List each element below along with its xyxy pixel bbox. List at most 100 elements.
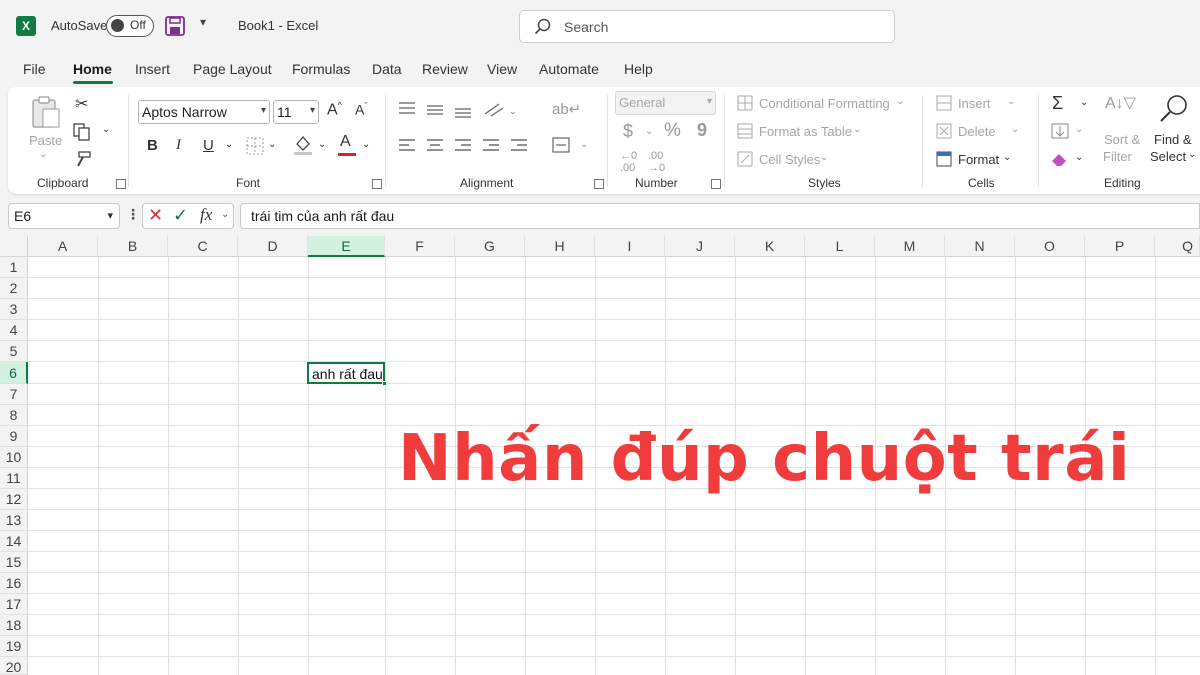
row-header[interactable]: 15 xyxy=(0,552,28,573)
row-header[interactable]: 2 xyxy=(0,278,28,299)
row-header[interactable]: 19 xyxy=(0,636,28,657)
increase-font-size-icon[interactable]: A^ xyxy=(327,100,342,119)
italic-button[interactable]: I xyxy=(176,137,181,154)
row-header[interactable]: 5 xyxy=(0,341,28,362)
row-header[interactable]: 7 xyxy=(0,384,28,405)
autosum-chevron-icon[interactable]: ⌄ xyxy=(1080,97,1088,108)
autosum-icon[interactable]: Σ xyxy=(1052,93,1063,114)
copy-icon[interactable] xyxy=(73,123,91,141)
cell-styles-button[interactable]: Cell Styles xyxy=(759,152,820,167)
number-dialog-launcher-icon[interactable] xyxy=(711,179,721,189)
underline-button[interactable]: U xyxy=(203,137,214,154)
chevron-down-icon[interactable]: ⌄ xyxy=(1011,124,1019,135)
clipboard-dialog-launcher-icon[interactable] xyxy=(116,179,126,189)
active-cell-e6[interactable]: anh rất đau xyxy=(307,362,385,384)
column-header[interactable]: G xyxy=(455,236,525,257)
font-color-icon[interactable]: A xyxy=(340,133,351,151)
row-header[interactable]: 4 xyxy=(0,320,28,341)
tab-review[interactable]: Review xyxy=(422,61,468,77)
font-name-select[interactable]: Aptos Narrow ▾ xyxy=(138,100,270,124)
chevron-down-icon[interactable]: ⌄ xyxy=(853,124,861,135)
clear-chevron-icon[interactable]: ⌄ xyxy=(1075,152,1083,163)
tab-formulas[interactable]: Formulas xyxy=(292,61,350,77)
alignment-dialog-launcher-icon[interactable] xyxy=(594,179,604,189)
column-header[interactable]: H xyxy=(525,236,595,257)
paste-button[interactable]: Paste xyxy=(29,133,62,148)
row-header[interactable]: 8 xyxy=(0,405,28,426)
row-header[interactable]: 13 xyxy=(0,510,28,531)
column-header[interactable]: Q xyxy=(1155,236,1200,257)
row-header[interactable]: 14 xyxy=(0,531,28,552)
sort-filter-icon[interactable]: A↓▽ xyxy=(1105,93,1136,113)
underline-chevron-icon[interactable]: ⌄ xyxy=(225,139,233,150)
autosave-toggle[interactable]: Off xyxy=(106,15,154,37)
name-box[interactable]: E6 ▾ xyxy=(8,203,120,229)
borders-chevron-icon[interactable]: ⌄ xyxy=(268,139,276,150)
find-select-icon[interactable] xyxy=(1158,93,1190,125)
cancel-icon[interactable]: ✕ xyxy=(148,205,163,226)
format-cells-button[interactable]: Format xyxy=(958,152,999,167)
chevron-down-icon[interactable]: ⌄ xyxy=(896,96,904,107)
save-icon[interactable] xyxy=(165,16,185,36)
number-format-select[interactable]: General ▾ xyxy=(615,91,716,115)
row-header-selected[interactable]: 6 xyxy=(0,362,28,384)
currency-button[interactable]: $ xyxy=(623,121,633,142)
row-header[interactable]: 16 xyxy=(0,573,28,594)
currency-chevron-icon[interactable]: ⌄ xyxy=(645,126,653,137)
column-header[interactable]: M xyxy=(875,236,945,257)
more-options-icon[interactable]: ⋮ xyxy=(126,206,140,223)
clear-icon[interactable] xyxy=(1050,151,1068,167)
tab-help[interactable]: Help xyxy=(624,61,653,77)
font-dialog-launcher-icon[interactable] xyxy=(372,179,382,189)
chevron-down-icon[interactable]: ⌄ xyxy=(820,152,828,163)
fill-color-icon[interactable] xyxy=(293,134,313,156)
enter-icon[interactable]: ✓ xyxy=(173,205,188,226)
row-header[interactable]: 10 xyxy=(0,447,28,468)
insert-function-button[interactable]: fx xyxy=(200,205,212,225)
formula-input[interactable]: trái tim của anh rất đau xyxy=(240,203,1200,229)
column-header[interactable]: F xyxy=(385,236,455,257)
row-header[interactable]: 17 xyxy=(0,594,28,615)
tab-automate[interactable]: Automate xyxy=(539,61,599,77)
tab-view[interactable]: View xyxy=(487,61,517,77)
decrease-decimal-icon[interactable]: .00 →0 xyxy=(648,150,665,174)
tab-file[interactable]: File xyxy=(23,61,46,77)
find-select-button[interactable]: Find & xyxy=(1154,132,1192,147)
decrease-font-size-icon[interactable]: Aˇ xyxy=(355,101,367,118)
paste-chevron-icon[interactable]: ⌄ xyxy=(39,149,47,160)
select-all-corner[interactable] xyxy=(0,236,28,257)
column-header[interactable]: O xyxy=(1015,236,1085,257)
tab-insert[interactable]: Insert xyxy=(135,61,170,77)
column-header[interactable]: K xyxy=(735,236,805,257)
merge-center-icon[interactable] xyxy=(552,137,570,153)
chevron-down-icon[interactable]: ⌄ xyxy=(1007,96,1015,107)
horizontal-alignment-icons[interactable] xyxy=(397,137,529,155)
row-header[interactable]: 9 xyxy=(0,426,28,447)
font-size-select[interactable]: 11 ▾ xyxy=(273,100,319,124)
insert-cells-button[interactable]: Insert xyxy=(958,96,991,111)
increase-decimal-icon[interactable]: ←0.00 xyxy=(620,150,637,174)
column-header-selected[interactable]: E xyxy=(308,236,385,257)
vertical-alignment-icons[interactable]: ⌄ xyxy=(397,100,527,120)
column-header[interactable]: B xyxy=(98,236,168,257)
column-header[interactable]: L xyxy=(805,236,875,257)
format-as-table-button[interactable]: Format as Table xyxy=(759,124,852,139)
merge-chevron-icon[interactable]: ⌄ xyxy=(580,139,588,150)
wrap-text-icon[interactable]: ab↵ xyxy=(552,100,581,118)
font-color-chevron-icon[interactable]: ⌄ xyxy=(362,139,370,150)
column-header[interactable]: J xyxy=(665,236,735,257)
fill-handle[interactable] xyxy=(382,381,387,386)
fill-color-chevron-icon[interactable]: ⌄ xyxy=(318,139,326,150)
row-header[interactable]: 12 xyxy=(0,489,28,510)
percent-button[interactable]: % xyxy=(664,120,681,142)
row-header[interactable]: 20 xyxy=(0,657,28,675)
column-header[interactable]: N xyxy=(945,236,1015,257)
bold-button[interactable]: B xyxy=(147,137,158,154)
column-header[interactable]: C xyxy=(168,236,238,257)
comma-style-button[interactable]: 9 xyxy=(697,120,707,141)
fill-icon[interactable] xyxy=(1051,123,1069,139)
column-header[interactable]: P xyxy=(1085,236,1155,257)
copy-chevron-icon[interactable]: ⌄ xyxy=(102,124,110,135)
column-header[interactable]: A xyxy=(28,236,98,257)
column-header[interactable]: I xyxy=(595,236,665,257)
